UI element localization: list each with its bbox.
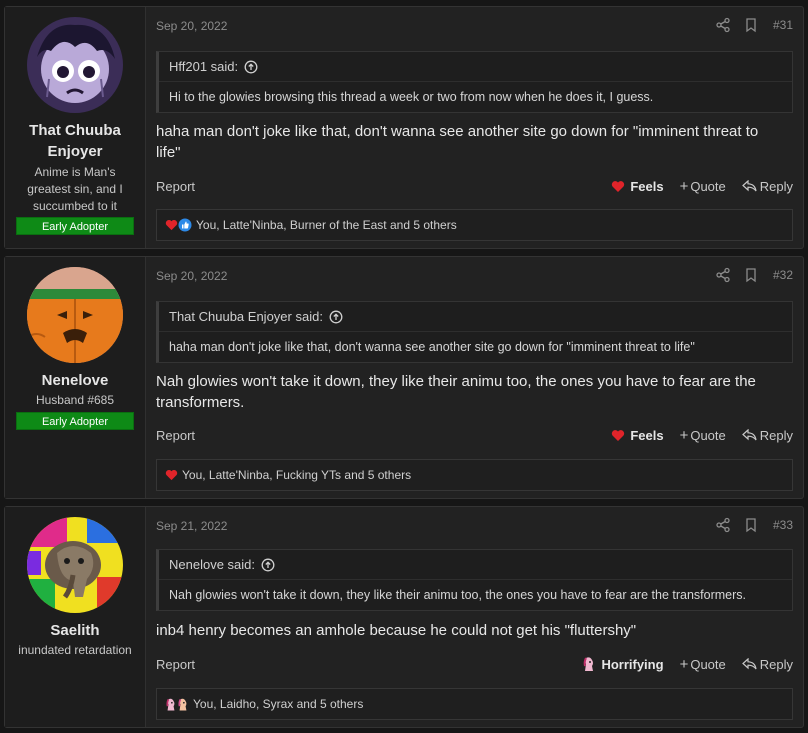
quote-author[interactable]: That Chuuba Enjoyer said:: [169, 309, 323, 324]
reactions-bar[interactable]: You, Latte'Ninba, Fucking YTs and 5 othe…: [156, 459, 793, 491]
quote-block: Hff201 said: Hi to the glowies browsing …: [156, 51, 793, 113]
post-tools: #33: [703, 517, 793, 533]
quote-header[interactable]: That Chuuba Enjoyer said:: [159, 302, 792, 332]
post: That Chuuba Enjoyer Anime is Man's great…: [4, 6, 804, 249]
post-number[interactable]: #31: [773, 18, 793, 32]
user-banner: Early Adopter: [16, 412, 134, 430]
user-panel: Saelith inundated retardation: [5, 507, 146, 727]
quote-author[interactable]: Hff201 said:: [169, 59, 238, 74]
user-title: inundated retardation: [18, 643, 132, 657]
quote-button[interactable]: + Quote: [680, 427, 726, 444]
post-message: inb4 henry becomes an amhole because he …: [156, 622, 637, 639]
username[interactable]: That Chuuba Enjoyer: [9, 120, 141, 162]
post-date[interactable]: Sep 20, 2022: [156, 269, 227, 283]
bookmark-icon[interactable]: [743, 17, 759, 33]
post-date[interactable]: Sep 20, 2022: [156, 19, 227, 33]
user-banner: Early Adopter: [16, 217, 134, 235]
plus-icon: +: [679, 426, 689, 444]
plus-icon: +: [679, 655, 689, 673]
post-actions: Report Feels + Quote Reply: [156, 176, 793, 196]
plus-icon: +: [679, 177, 689, 195]
reaction-label: Feels: [630, 178, 664, 194]
username[interactable]: Nenelove: [9, 370, 141, 391]
reaction-label: Horrifying: [601, 656, 664, 672]
quote-text: Hi to the glowies browsing this thread a…: [169, 90, 654, 104]
heart-icon: [612, 429, 625, 441]
post-message: Nah glowies won't take it down, they lik…: [156, 373, 756, 411]
reply-button[interactable]: Reply: [741, 656, 793, 672]
quote-header[interactable]: Nenelove said:: [159, 550, 792, 580]
reactions-summary[interactable]: You, Latte'Ninba, Fucking YTs and 5 othe…: [182, 468, 411, 482]
username[interactable]: Saelith: [9, 620, 141, 641]
quote-button[interactable]: + Quote: [680, 656, 726, 673]
reply-icon: [741, 658, 757, 670]
reactions-summary[interactable]: You, Laidho, Syrax and 5 others: [193, 697, 363, 711]
user-panel: That Chuuba Enjoyer Anime is Man's great…: [5, 7, 146, 248]
share-icon[interactable]: [715, 517, 731, 533]
quote-author[interactable]: Nenelove said:: [169, 557, 255, 572]
quote-button[interactable]: + Quote: [680, 178, 726, 195]
post: Saelith inundated retardation Sep 21, 20…: [4, 506, 804, 728]
user-title: Anime is Man's greatest sin, and I succu…: [27, 165, 123, 213]
arrow-up-circle-icon[interactable]: [261, 558, 275, 572]
post: Nenelove Husband #685 Early Adopter Sep …: [4, 256, 804, 499]
quote-text: Nah glowies won't take it down, they lik…: [169, 588, 746, 602]
reactions-bar[interactable]: You, Laidho, Syrax and 5 others: [156, 688, 793, 720]
reply-label: Reply: [759, 427, 793, 443]
report-link[interactable]: Report: [156, 428, 195, 443]
heart-icon: [165, 220, 178, 231]
post-tools: #32: [703, 267, 793, 283]
user-panel: Nenelove Husband #685 Early Adopter: [5, 257, 146, 498]
pony-icon: [584, 657, 594, 671]
reply-icon: [741, 180, 757, 192]
post-date[interactable]: Sep 21, 2022: [156, 519, 227, 533]
reactions-summary[interactable]: You, Latte'Ninba, Burner of the East and…: [196, 218, 457, 232]
post-number[interactable]: #32: [773, 268, 793, 282]
bookmark-icon[interactable]: [743, 267, 759, 283]
reaction-button[interactable]: Horrifying: [582, 656, 664, 672]
reply-label: Reply: [759, 178, 793, 194]
post-number[interactable]: #33: [773, 518, 793, 532]
post-tools: #31: [703, 17, 793, 33]
quote-header[interactable]: Hff201 said:: [159, 52, 792, 82]
reply-button[interactable]: Reply: [741, 427, 793, 443]
post-message: haha man don't joke like that, don't wan…: [156, 123, 759, 161]
reply-button[interactable]: Reply: [741, 178, 793, 194]
post-actions: Report Horrifying + Quote Reply: [156, 654, 793, 674]
report-link[interactable]: Report: [156, 179, 195, 194]
like-icon: [178, 218, 192, 232]
quote-block: Nenelove said: Nah glowies won't take it…: [156, 549, 793, 611]
heart-icon: [165, 470, 178, 481]
pony-icon: [166, 698, 175, 710]
reaction-button[interactable]: Feels: [611, 178, 664, 194]
reply-icon: [741, 429, 757, 441]
quote-label: Quote: [690, 427, 726, 443]
user-title: Husband #685: [35, 393, 115, 407]
thread: That Chuuba Enjoyer Anime is Man's great…: [0, 0, 808, 733]
quote-label: Quote: [690, 178, 726, 194]
reply-label: Reply: [759, 656, 793, 672]
report-link[interactable]: Report: [156, 657, 195, 672]
avatar[interactable]: [27, 267, 123, 363]
reactions-bar[interactable]: You, Latte'Ninba, Burner of the East and…: [156, 209, 793, 241]
quote-label: Quote: [690, 656, 726, 672]
reaction-label: Feels: [630, 427, 664, 443]
arrow-up-circle-icon[interactable]: [244, 60, 258, 74]
reaction-button[interactable]: Feels: [611, 427, 664, 443]
heart-icon: [612, 180, 625, 192]
arrow-up-circle-icon[interactable]: [329, 310, 343, 324]
bookmark-icon[interactable]: [743, 517, 759, 533]
share-icon[interactable]: [715, 267, 731, 283]
avatar[interactable]: [27, 17, 123, 113]
avatar[interactable]: [27, 517, 123, 613]
pony-icon: [178, 698, 187, 710]
post-actions: Report Feels + Quote Reply: [156, 425, 793, 445]
quote-block: That Chuuba Enjoyer said: haha man don't…: [156, 301, 793, 363]
quote-text: haha man don't joke like that, don't wan…: [169, 340, 695, 354]
share-icon[interactable]: [715, 17, 731, 33]
